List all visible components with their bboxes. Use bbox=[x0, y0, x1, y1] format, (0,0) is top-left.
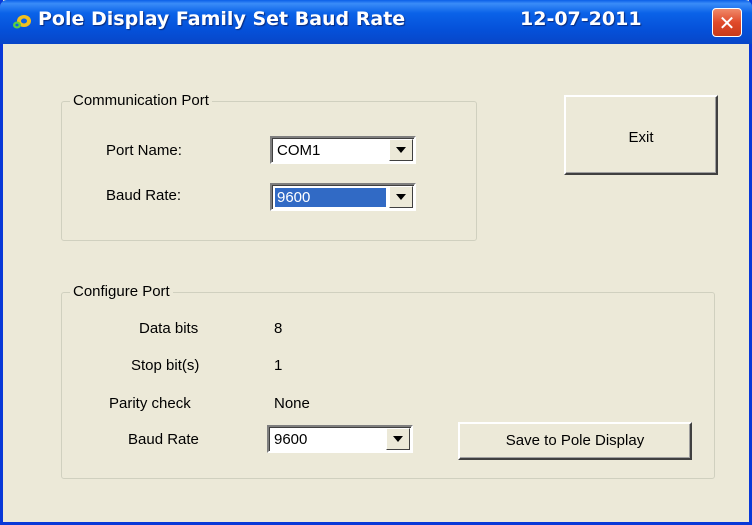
exit-button[interactable]: Exit bbox=[564, 95, 718, 175]
stop-bits-label: Stop bit(s) bbox=[131, 357, 200, 374]
stop-bits-value: 1 bbox=[274, 357, 283, 374]
communication-port-group: Communication Port bbox=[61, 92, 477, 241]
comm-baud-rate-dropdown[interactable]: 9600 bbox=[270, 183, 416, 211]
parity-check-label: Parity check bbox=[109, 395, 191, 412]
close-icon: ✕ bbox=[718, 10, 736, 35]
config-baud-rate-dropdown-button[interactable] bbox=[386, 428, 410, 450]
data-bits-value: 8 bbox=[274, 320, 283, 337]
comm-baud-rate-dropdown-button[interactable] bbox=[389, 186, 413, 208]
title-bar[interactable]: Pole Display Family Set Baud Rate 12-07-… bbox=[0, 0, 752, 44]
chevron-down-icon bbox=[393, 436, 403, 442]
chevron-down-icon bbox=[396, 194, 406, 200]
title-date: 12-07-2011 bbox=[520, 8, 642, 30]
comm-baud-rate-label: Baud Rate: bbox=[106, 187, 182, 204]
config-baud-rate-label: Baud Rate bbox=[128, 431, 199, 448]
app-window: Pole Display Family Set Baud Rate 12-07-… bbox=[0, 0, 752, 525]
window-title: Pole Display Family Set Baud Rate bbox=[38, 8, 406, 30]
config-baud-rate-dropdown[interactable]: 9600 bbox=[267, 425, 413, 453]
close-button[interactable]: ✕ bbox=[712, 8, 742, 37]
parity-check-value: None bbox=[274, 395, 310, 412]
save-to-pole-display-button[interactable]: Save to Pole Display bbox=[458, 422, 692, 460]
port-name-label: Port Name: bbox=[106, 142, 182, 159]
chevron-down-icon bbox=[396, 147, 406, 153]
data-bits-label: Data bits bbox=[139, 320, 199, 337]
save-to-pole-display-label: Save to Pole Display bbox=[505, 432, 645, 449]
pole-display-logo-icon bbox=[13, 15, 31, 29]
configure-port-group-label: Configure Port bbox=[70, 283, 173, 300]
port-name-dropdown-button[interactable] bbox=[389, 139, 413, 161]
config-baud-rate-value: 9600 bbox=[274, 431, 308, 448]
communication-port-group-label: Communication Port bbox=[70, 92, 212, 109]
exit-button-label: Exit bbox=[628, 129, 654, 146]
comm-baud-rate-value: 9600 bbox=[275, 188, 386, 207]
port-name-dropdown[interactable]: COM1 bbox=[270, 136, 416, 164]
port-name-value: COM1 bbox=[277, 142, 321, 159]
